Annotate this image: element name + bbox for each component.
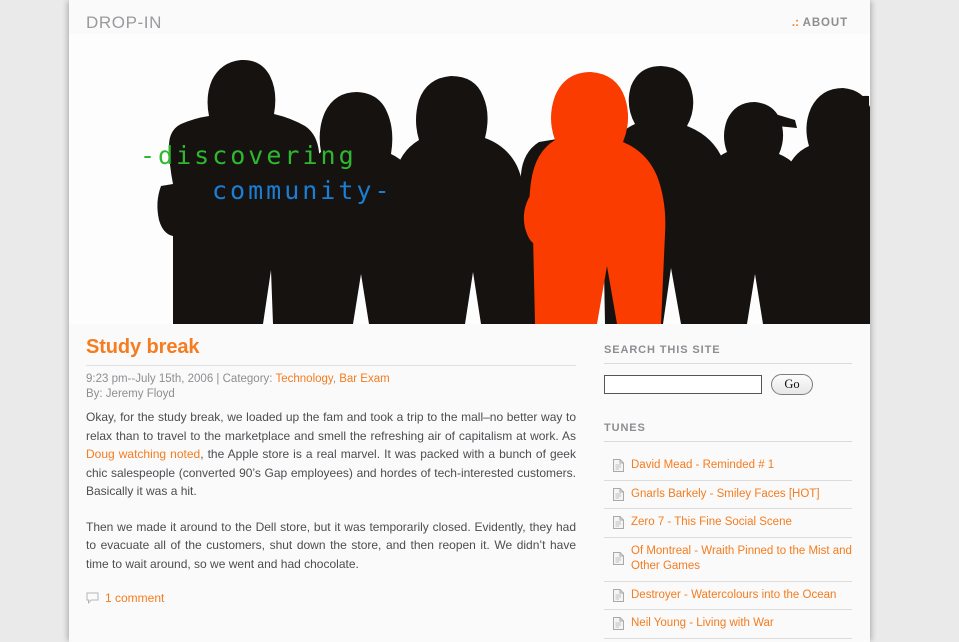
site-header: DROP-IN .: ABOUT [69, 0, 870, 34]
document-icon [613, 459, 624, 472]
post-meta: 9:23 pm--July 15th, 2006 | Category: Tec… [86, 372, 576, 402]
search-divider [604, 363, 852, 364]
sidebar: SEARCH THIS SITE Go TUNES David Mead - R… [604, 324, 852, 642]
tune-link[interactable]: Of Montreal - Wraith Pinned to the Mist … [631, 544, 852, 575]
comment-bubble-icon [86, 592, 99, 604]
content-body: Study break 9:23 pm--July 15th, 2006 | C… [69, 324, 870, 642]
search-form: Go [604, 374, 852, 395]
tune-link[interactable]: David Mead - Reminded # 1 [631, 458, 774, 474]
list-item[interactable]: Zero 7 - This Fine Social Scene [604, 509, 852, 538]
tune-link[interactable]: Zero 7 - This Fine Social Scene [631, 515, 792, 531]
category-comma: , [332, 373, 337, 385]
list-item[interactable]: Of Montreal - Wraith Pinned to the Mist … [604, 538, 852, 582]
post-paragraph-2: Then we made it around to the Dell store… [86, 519, 576, 571]
search-heading: SEARCH THIS SITE [604, 344, 721, 356]
list-item[interactable]: David Mead - Reminded # 1 [604, 452, 852, 481]
meta-separator: | [216, 373, 220, 385]
document-icon [613, 617, 624, 630]
about-label: ABOUT [802, 17, 848, 29]
list-item[interactable]: Neil Young - Living with War [604, 610, 852, 639]
site-logo[interactable]: DROP-IN [86, 13, 162, 33]
post-paragraph-1: Okay, for the study break, we loaded up … [86, 408, 576, 501]
site-content-column: DROP-IN .: ABOUT -discovering community-… [69, 0, 870, 642]
site-banner: -discovering community- [69, 34, 870, 324]
silhouette-group-illustration [69, 34, 870, 324]
search-block: SEARCH THIS SITE Go [604, 344, 852, 395]
category-label: Category: [222, 373, 273, 385]
category-link-bar-exam[interactable]: Bar Exam [339, 373, 390, 385]
comment-row: 1 comment [86, 591, 576, 605]
document-icon [613, 487, 624, 501]
post-title[interactable]: Study break [86, 336, 576, 359]
paragraph-text-a: Okay, for the study break, we loaded up … [86, 410, 576, 443]
dots-icon: .: [791, 17, 799, 29]
tune-link[interactable]: Gnarls Barkely - Smiley Faces [HOT] [631, 487, 820, 503]
search-go-button[interactable]: Go [771, 374, 813, 395]
tune-link[interactable]: Neil Young - Living with War [631, 616, 774, 632]
post-timestamp: 9:23 pm--July 15th, 2006 [86, 373, 214, 385]
category-link-technology[interactable]: Technology [275, 373, 332, 385]
nav-link-about[interactable]: .: ABOUT [792, 17, 848, 29]
tunes-divider [604, 441, 852, 442]
list-item[interactable]: Gnarls Barkely - Smiley Faces [HOT] [604, 481, 852, 509]
document-icon [613, 551, 624, 565]
search-input[interactable] [604, 375, 762, 394]
list-item[interactable]: Feist - Secret Heart [604, 639, 852, 642]
inline-link-doug-watching[interactable]: Doug watching noted [86, 447, 200, 461]
title-divider [86, 365, 576, 366]
post-byline: By: Jeremy Floyd [86, 388, 175, 400]
comments-link[interactable]: 1 comment [105, 591, 164, 605]
list-item[interactable]: Destroyer - Watercolours into the Ocean [604, 582, 852, 610]
page-root: DROP-IN .: ABOUT -discovering community-… [0, 0, 959, 642]
tunes-block: TUNES David Mead - Reminded # 1 Gnarls B… [604, 422, 852, 642]
tune-link[interactable]: Destroyer - Watercolours into the Ocean [631, 588, 836, 604]
document-icon [613, 516, 624, 529]
tunes-heading: TUNES [604, 422, 646, 434]
main-column: Study break 9:23 pm--July 15th, 2006 | C… [86, 324, 576, 642]
document-icon [613, 588, 624, 602]
